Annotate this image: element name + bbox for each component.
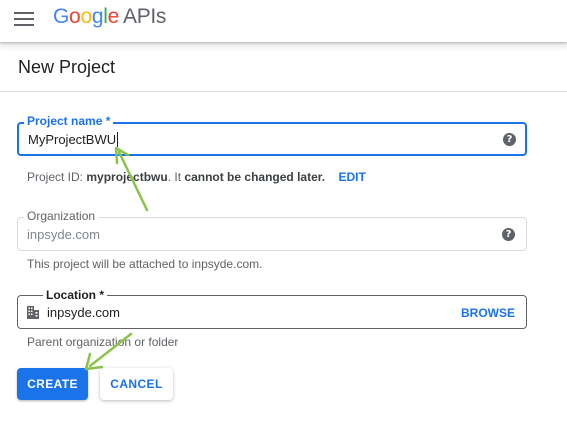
cancel-button[interactable]: CANCEL <box>100 368 173 400</box>
page-header: New Project <box>0 43 567 92</box>
browse-button[interactable]: BROWSE <box>461 306 515 320</box>
project-id-middle: . It <box>167 170 185 184</box>
top-app-bar: Google APIs <box>0 0 567 42</box>
logo-letter: G <box>53 5 70 28</box>
text-cursor <box>117 132 119 147</box>
logo-letter: o <box>80 5 92 28</box>
project-name-label: Project name * <box>24 115 114 127</box>
logo-letter: g <box>91 5 104 28</box>
logo-letter: o <box>69 5 81 28</box>
location-label: Location * <box>43 289 108 301</box>
project-id-note: cannot be changed later. <box>184 170 326 184</box>
help-circle-icon[interactable]: ? <box>503 133 516 146</box>
page-title: New Project <box>18 57 116 77</box>
organization-hint: This project will be attached to inpsyde… <box>27 257 263 271</box>
organization-label: Organization <box>24 210 99 222</box>
help-circle-icon[interactable]: ? <box>502 228 515 241</box>
google-apis-logo[interactable]: Google APIs <box>53 5 166 29</box>
product-name: APIs <box>122 5 167 28</box>
logo-letter: e <box>107 5 120 28</box>
organization-building-icon <box>27 306 39 319</box>
project-name-input[interactable]: MyProjectBWU <box>28 132 119 147</box>
project-id-value: myprojectbwu <box>86 170 168 184</box>
project-id-hint: Project ID: myprojectbwu. It cannot be c… <box>27 170 366 184</box>
location-value: inpsyde.com <box>47 305 120 320</box>
create-button[interactable]: CREATE <box>17 368 88 400</box>
organization-value: inpsyde.com <box>27 227 100 242</box>
menu-icon[interactable] <box>14 11 34 27</box>
edit-project-id-link[interactable]: EDIT <box>338 170 365 184</box>
google-logo-text: Google <box>53 5 119 28</box>
project-id-prefix: Project ID: <box>27 170 87 184</box>
location-hint: Parent organization or folder <box>27 335 179 349</box>
project-name-value: MyProjectBWU <box>28 132 117 147</box>
